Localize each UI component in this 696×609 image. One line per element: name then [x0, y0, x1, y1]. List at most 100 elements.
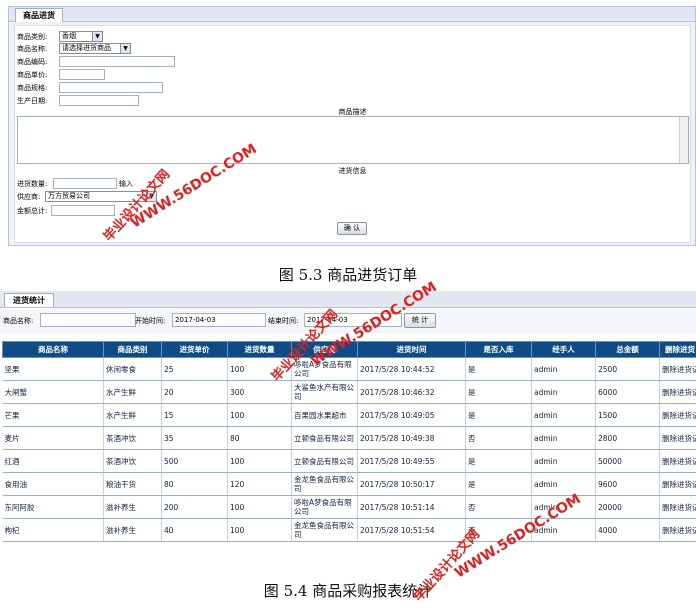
delete-record-link[interactable]: 删除进货记: [659, 449, 696, 473]
end-time-label: 结束时间:: [268, 317, 299, 325]
table-cell: admin: [531, 426, 596, 450]
search-name-label: 商品名称:: [3, 317, 34, 325]
table-row: 芒果 水产生鲜 15 100 百果园水果超市 2017/5/28 10:49:05 是 adm…: [2, 403, 696, 427]
spec-input[interactable]: [59, 82, 163, 93]
table-cell: 2800: [595, 426, 660, 450]
table-cell: 100: [227, 449, 292, 473]
chevron-down-icon: ▼: [120, 44, 130, 53]
product-name-label: 商品名称:: [17, 45, 48, 53]
supplier-select-value: 万方贸易公司: [48, 192, 90, 200]
table-cell: 滋补养生: [103, 495, 162, 519]
table-cell: 百果园水果超市: [291, 403, 358, 427]
table-cell: 水产生鲜: [103, 403, 162, 427]
table-cell: 2017/5/28 10:50:17: [357, 472, 466, 496]
table-cell: 哆啦A梦食品有限公司: [291, 495, 358, 519]
delete-record-link[interactable]: 删除进货记: [659, 403, 696, 427]
delete-record-link[interactable]: 删除进货记: [659, 380, 696, 404]
table-cell: 是: [465, 449, 532, 473]
product-name-select-value: 请选择进货商品: [62, 44, 111, 52]
category-select-value: 香烟: [62, 32, 76, 40]
tab-purchase-entry[interactable]: 商品进货: [15, 8, 63, 22]
total-amount-input[interactable]: [51, 205, 115, 216]
column-header: 商品名称: [2, 341, 104, 358]
table-cell: 9600: [595, 472, 660, 496]
category-select[interactable]: 香烟 ▼: [59, 31, 103, 42]
table-cell: 80: [161, 472, 228, 496]
production-date-label: 生产日期:: [17, 97, 48, 105]
column-header: 进货时间: [357, 341, 466, 358]
delete-record-link[interactable]: 删除进货记: [659, 495, 696, 519]
chevron-down-icon: ▼: [92, 32, 102, 41]
table-row: 食用油 粮油干货 80 120 金龙鱼食品有限公司 2017/5/28 10:50:17 是…: [2, 472, 696, 496]
table-cell: 2017/5/28 10:46:32: [357, 380, 466, 404]
tab-bar: 商品进货: [9, 7, 695, 22]
table-row: 东阿阿胶 滋补养生 200 100 哆啦A梦食品有限公司 2017/5/28 10:51:…: [2, 495, 696, 519]
category-label: 商品类别:: [17, 33, 48, 41]
table-cell: 大鲨鱼水产有限公司: [291, 380, 358, 404]
unit-price-label: 商品单价:: [17, 71, 48, 79]
table-cell: 6000: [595, 380, 660, 404]
delete-record-link[interactable]: 删除进货记: [659, 518, 696, 542]
description-textarea[interactable]: [17, 116, 689, 164]
table-cell: 2017/5/28 10:49:38: [357, 426, 466, 450]
table-cell: admin: [531, 449, 596, 473]
table-cell: 坚果: [2, 357, 104, 381]
table-cell: 2017/5/28 10:51:14: [357, 495, 466, 519]
table-cell: 休闲零食: [103, 357, 162, 381]
tab-bar: 进货统计: [0, 291, 696, 308]
column-header: 是否入库: [465, 341, 532, 358]
unit-price-input[interactable]: [59, 69, 105, 80]
table-cell: 2017/5/28 10:49:55: [357, 449, 466, 473]
table-cell: 是: [465, 357, 532, 381]
production-date-input[interactable]: [59, 95, 139, 106]
table-cell: 立顿食品有限公司: [291, 449, 358, 473]
table-cell: 200: [161, 495, 228, 519]
start-time-input[interactable]: 2017-04-03: [172, 313, 266, 327]
quantity-input[interactable]: [53, 178, 117, 189]
delete-record-link[interactable]: 删除进货记: [659, 357, 696, 381]
table-cell: 否: [465, 426, 532, 450]
stats-button[interactable]: 统 计: [404, 313, 436, 328]
table-cell: 300: [227, 380, 292, 404]
purchase-entry-panel: 商品进货 商品类别: 香烟 ▼ 商品名称: 请选择进货商品 ▼ 商品编码: 商品…: [8, 6, 696, 246]
purchase-info-label: 进货信息: [338, 167, 367, 175]
figure-caption-1: 图 5.3 商品进货订单: [278, 266, 418, 284]
table-cell: admin: [531, 472, 596, 496]
table-cell: 4000: [595, 518, 660, 542]
search-name-input[interactable]: [40, 313, 136, 327]
delete-record-link[interactable]: 删除进货记: [659, 426, 696, 450]
table-cell: 枸杞: [2, 518, 104, 542]
table-cell: 2500: [595, 357, 660, 381]
product-code-label: 商品编码:: [17, 58, 48, 66]
product-name-select[interactable]: 请选择进货商品 ▼: [59, 43, 131, 54]
table-cell: admin: [531, 380, 596, 404]
table-row: 麦片 茶酒冲饮 35 80 立顿食品有限公司 2017/5/28 10:49:38 否 adm…: [2, 426, 696, 450]
description-scrollbar[interactable]: [679, 117, 688, 163]
product-code-input[interactable]: [59, 56, 175, 67]
figure-caption-2: 图 5.4 商品采购报表统计: [263, 582, 433, 600]
tab-purchase-stats[interactable]: 进货统计: [4, 293, 54, 307]
column-header: 删除进货: [659, 341, 696, 358]
table-cell: 金龙鱼食品有限公司: [291, 472, 358, 496]
table-cell: 2017/5/28 10:44:52: [357, 357, 466, 381]
table-cell: 大闸蟹: [2, 380, 104, 404]
column-header: 总金额: [595, 341, 660, 358]
table-row: 枸杞 滋补养生 40 100 金龙鱼食品有限公司 2017/5/28 10:51:54 否 a…: [2, 518, 696, 542]
table-cell: 水产生鲜: [103, 380, 162, 404]
table-cell: 麦片: [2, 426, 104, 450]
table-cell: 2017/5/28 10:51:54: [357, 518, 466, 542]
table-cell: admin: [531, 357, 596, 381]
supplier-label: 供应商:: [17, 193, 41, 201]
table-cell: 金龙鱼食品有限公司: [291, 518, 358, 542]
purchase-stats-table: 商品名称 商品类别 进货单价 进货数量 供应商 进货时间 是否入库 经手人 总金…: [2, 341, 696, 542]
table-cell: 100: [227, 403, 292, 427]
table-cell: 滋补养生: [103, 518, 162, 542]
confirm-button[interactable]: 确 认: [337, 222, 367, 235]
column-header: 经手人: [531, 341, 596, 358]
table-cell: 芒果: [2, 403, 104, 427]
table-row: 大闸蟹 水产生鲜 20 300 大鲨鱼水产有限公司 2017/5/28 10:46:32 是…: [2, 380, 696, 404]
delete-record-link[interactable]: 删除进货记: [659, 472, 696, 496]
table-row: 红酒 茶酒冲饮 500 100 立顿食品有限公司 2017/5/28 10:49:55 是 a…: [2, 449, 696, 473]
quantity-label: 进货数量:: [17, 180, 48, 188]
table-cell: 茶酒冲饮: [103, 426, 162, 450]
